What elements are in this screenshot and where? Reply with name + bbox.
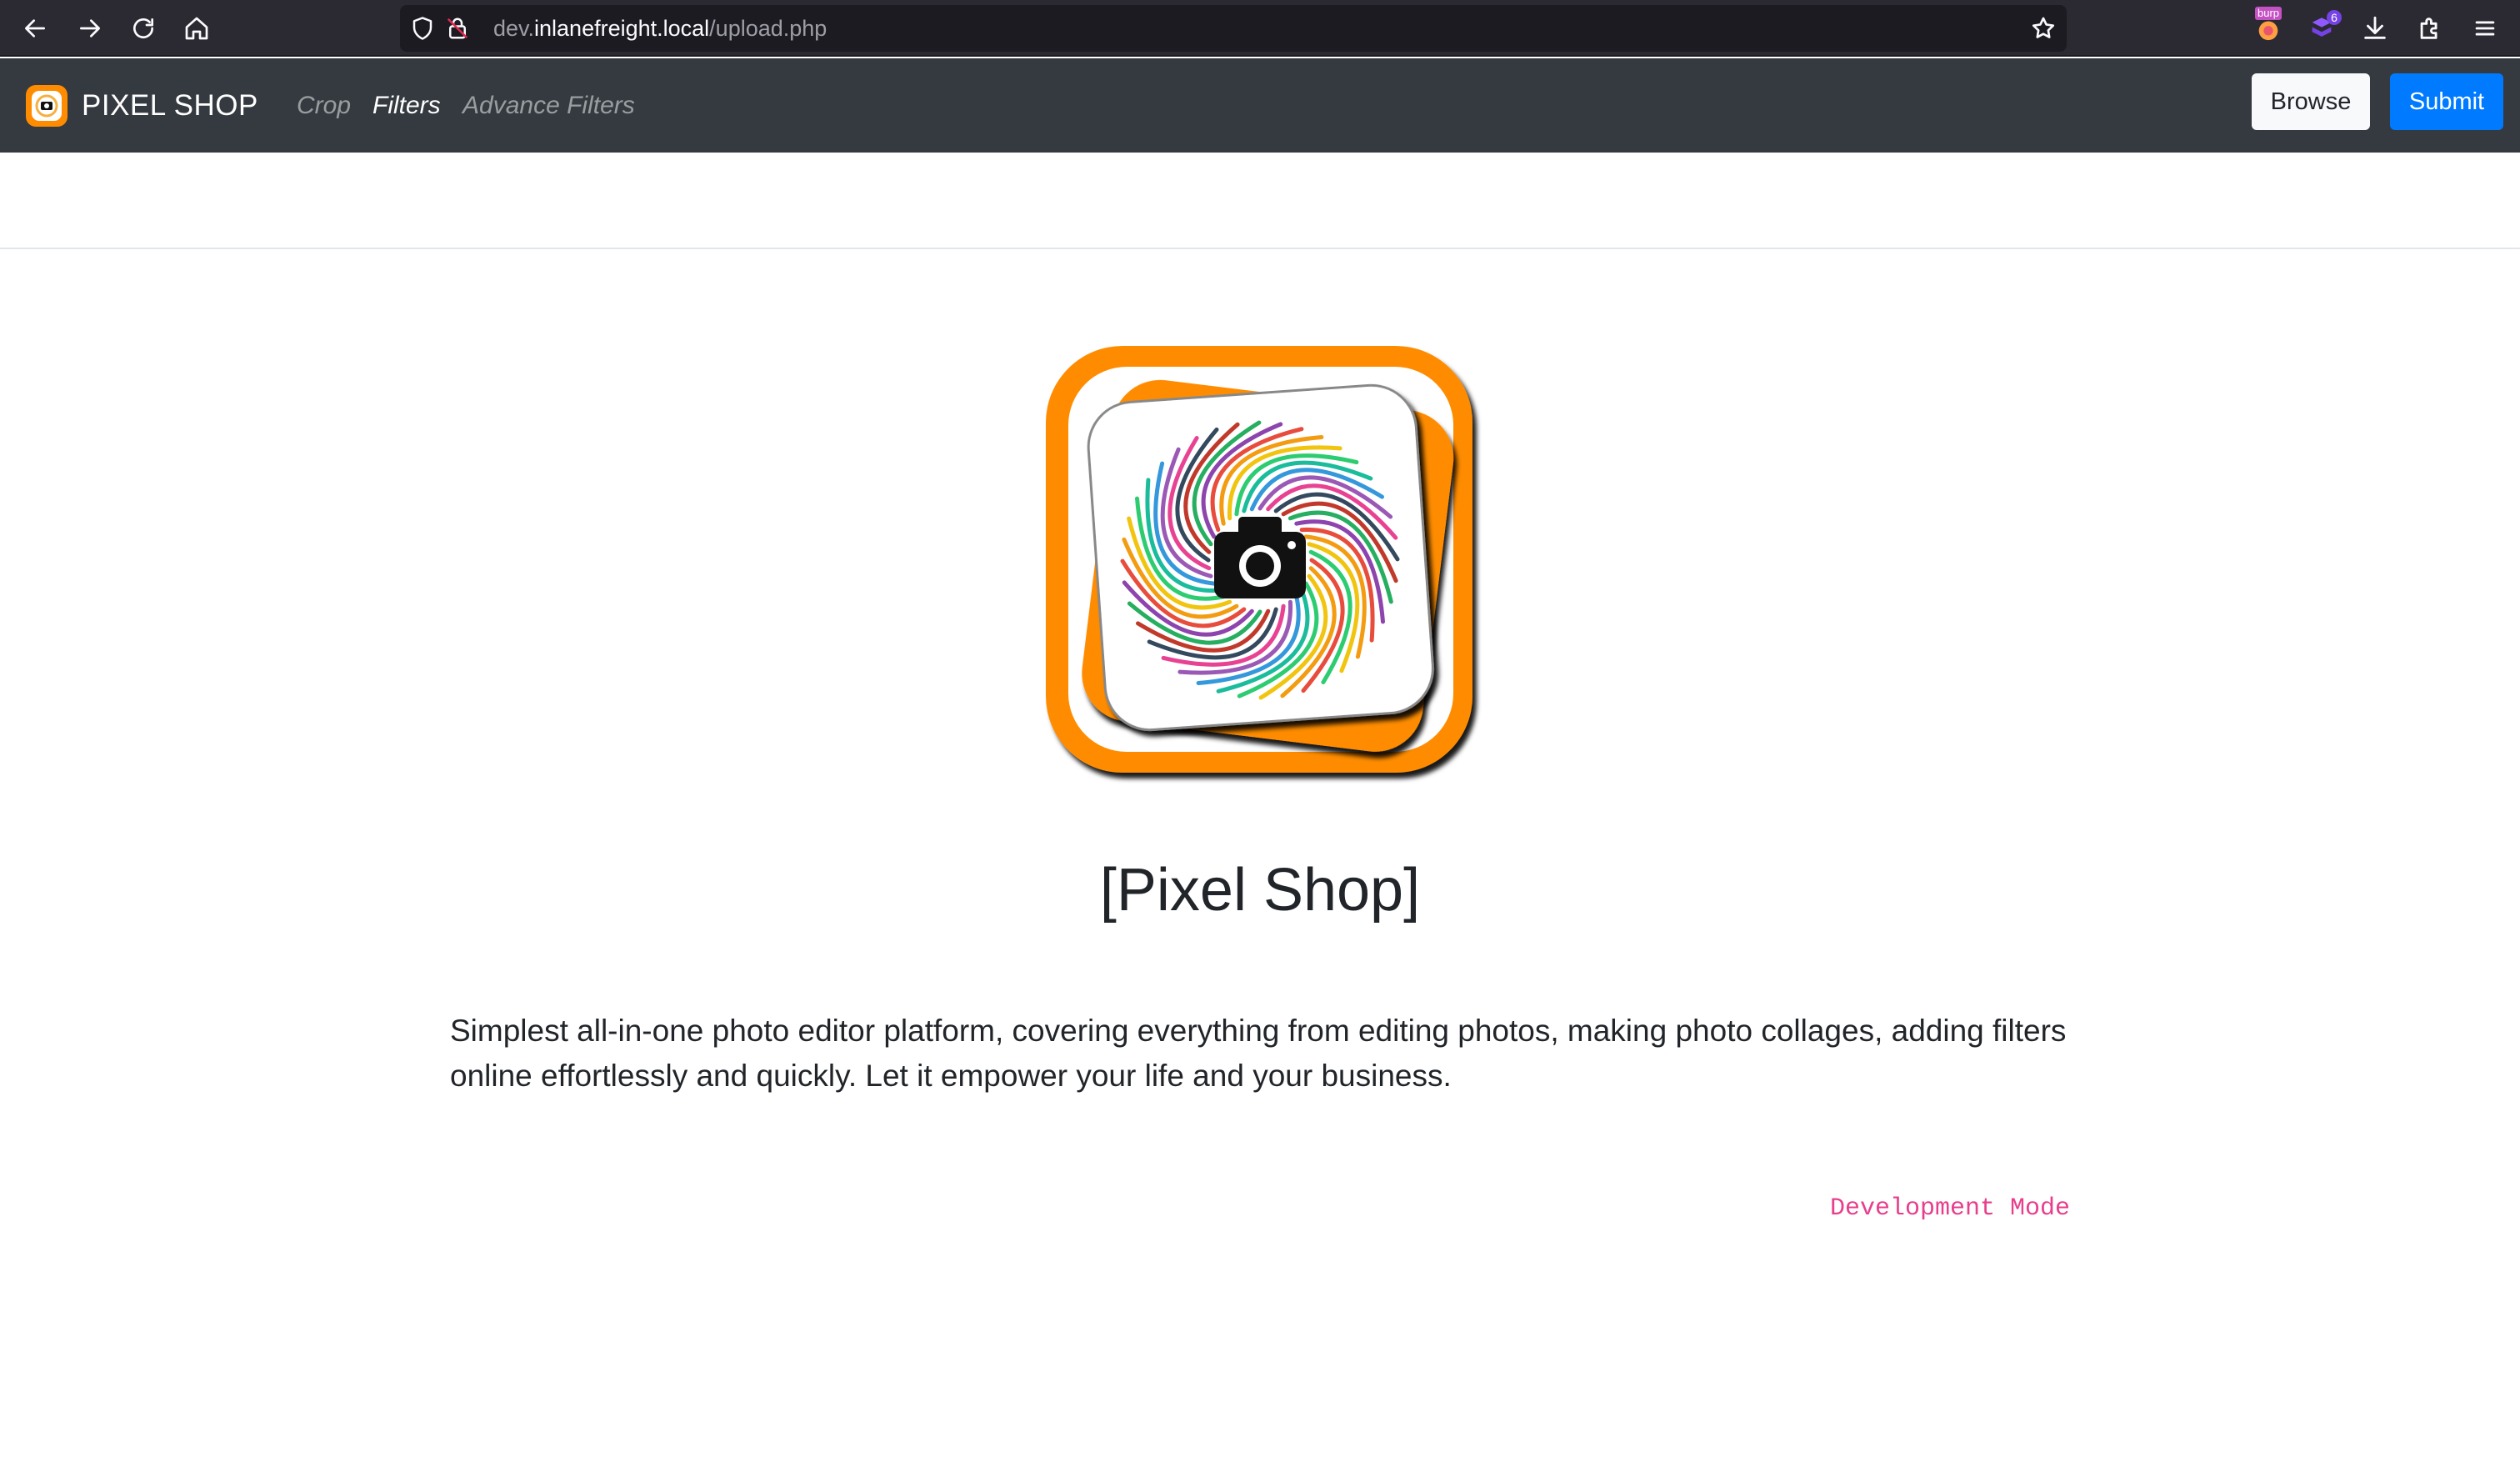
url-path: /upload.php bbox=[709, 16, 828, 41]
downloads-button[interactable] bbox=[2353, 7, 2397, 50]
page-title: [Pixel Shop] bbox=[1099, 857, 1421, 924]
home-button[interactable] bbox=[175, 7, 218, 50]
home-icon bbox=[185, 17, 208, 40]
download-icon bbox=[2364, 16, 2386, 39]
burp-badge: burp bbox=[2255, 7, 2282, 20]
reload-button[interactable] bbox=[122, 7, 165, 50]
url-prefix: dev. bbox=[493, 16, 535, 41]
insecure-lock-icon[interactable] bbox=[445, 16, 470, 41]
burp-extension-button[interactable]: burp bbox=[2247, 7, 2290, 50]
url-host: inlanefreight.local bbox=[534, 16, 710, 41]
section-divider bbox=[0, 248, 2520, 249]
shield-extension-button[interactable]: 6 bbox=[2300, 7, 2343, 50]
pixel-shop-logo-icon[interactable] bbox=[25, 84, 68, 128]
description-text: Simplest all-in-one photo editor platfor… bbox=[450, 1014, 2067, 1093]
reload-icon bbox=[133, 18, 153, 38]
arrow-left-icon bbox=[25, 19, 45, 38]
back-button[interactable] bbox=[13, 7, 57, 50]
extension-count-badge: 6 bbox=[2327, 10, 2342, 25]
browser-toolbar: dev.inlanefreight.local/upload.php burp … bbox=[0, 0, 2520, 57]
browse-button[interactable]: Browse bbox=[2252, 73, 2370, 130]
extensions-button[interactable] bbox=[2408, 7, 2452, 50]
app-menu-button[interactable] bbox=[2463, 7, 2507, 50]
nav-link-advance-filters[interactable]: Advance Filters bbox=[462, 58, 635, 153]
tracking-shield-icon[interactable] bbox=[410, 16, 435, 41]
pixel-shop-hero-logo bbox=[1046, 346, 1472, 773]
forward-button[interactable] bbox=[68, 7, 112, 50]
development-mode-label: Development Mode bbox=[1829, 1194, 2070, 1223]
bookmark-star-icon[interactable] bbox=[2030, 15, 2057, 42]
site-navbar: PIXEL SHOP Crop Filters Advance Filters … bbox=[0, 58, 2520, 153]
address-bar[interactable]: dev.inlanefreight.local/upload.php bbox=[400, 5, 2067, 52]
arrow-right-icon bbox=[80, 19, 100, 38]
brand-name[interactable]: PIXEL SHOP bbox=[82, 58, 258, 153]
nav-link-crop[interactable]: Crop bbox=[297, 58, 351, 153]
nav-link-filters[interactable]: Filters bbox=[372, 58, 441, 153]
url-text[interactable]: dev.inlanefreight.local/upload.php bbox=[493, 5, 827, 52]
hamburger-menu-icon bbox=[2475, 21, 2495, 36]
puzzle-icon bbox=[2420, 18, 2438, 39]
submit-button[interactable]: Submit bbox=[2390, 73, 2503, 130]
